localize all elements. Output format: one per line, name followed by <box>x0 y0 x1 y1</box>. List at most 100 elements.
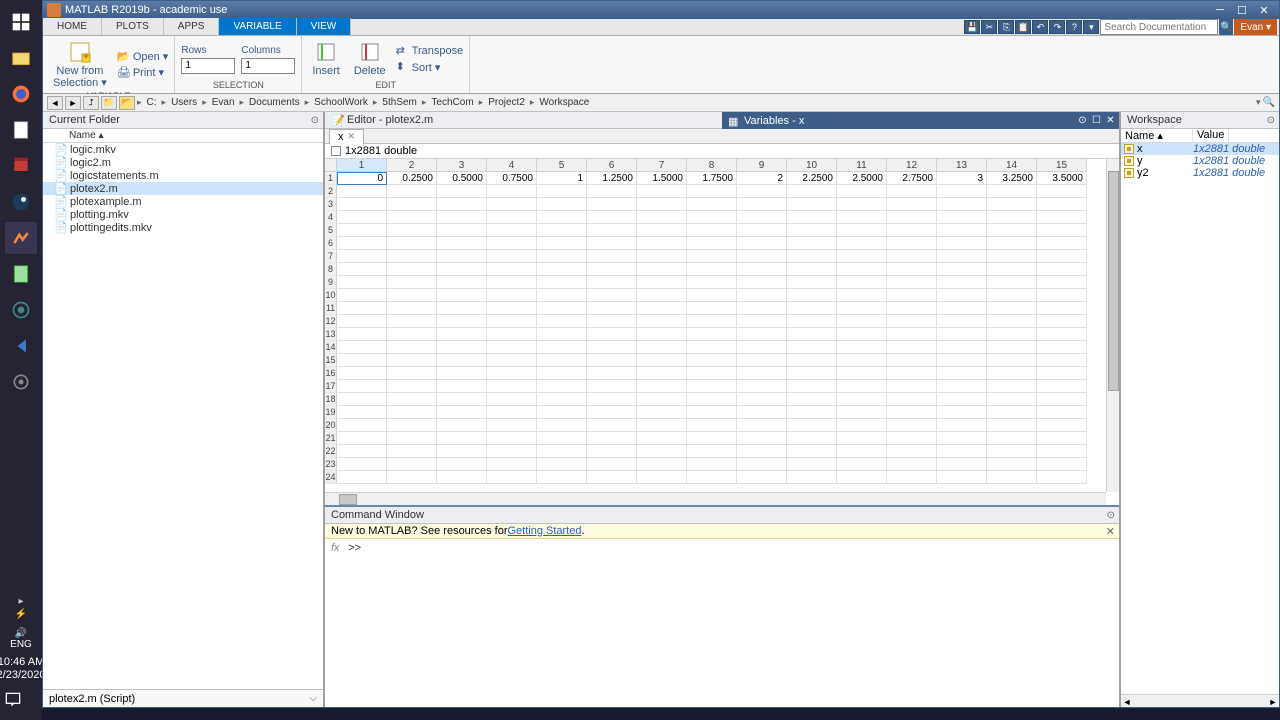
path-segment[interactable]: Users <box>168 97 200 108</box>
row-header[interactable]: 13 <box>325 328 337 341</box>
row-header[interactable]: 10 <box>325 289 337 302</box>
grid-cell[interactable] <box>937 237 987 250</box>
tab-close-icon[interactable]: ✕ <box>348 131 356 142</box>
grid-cell[interactable] <box>937 185 987 198</box>
grid-cell[interactable] <box>737 471 787 484</box>
col-header[interactable]: 2 <box>387 159 437 172</box>
grid-cell[interactable] <box>937 419 987 432</box>
grid-cell[interactable] <box>437 367 487 380</box>
grid-cell[interactable] <box>1037 328 1087 341</box>
grid-cell[interactable]: 2.5000 <box>837 172 887 185</box>
grid-cell[interactable] <box>1037 224 1087 237</box>
folder-icon[interactable]: 📂 <box>119 96 135 110</box>
grid-cell[interactable] <box>937 406 987 419</box>
grid-cell[interactable] <box>937 393 987 406</box>
sort-button[interactable]: ⬍Sort ▾ <box>396 60 464 74</box>
grid-cell[interactable] <box>837 315 887 328</box>
grid-cell[interactable] <box>437 276 487 289</box>
grid-cell[interactable] <box>1037 198 1087 211</box>
grid-cell[interactable] <box>937 328 987 341</box>
grid-cell[interactable] <box>587 185 637 198</box>
new-from-selection-button[interactable]: ✦ New from Selection ▾ <box>49 38 111 91</box>
row-header[interactable]: 12 <box>325 315 337 328</box>
row-header[interactable]: 22 <box>325 445 337 458</box>
delete-button[interactable]: Delete <box>350 38 390 79</box>
grid-cell[interactable] <box>737 315 787 328</box>
path-segment[interactable]: Evan <box>209 97 238 108</box>
grid-cell[interactable] <box>887 354 937 367</box>
grid-cell[interactable] <box>737 263 787 276</box>
grid-cell[interactable] <box>887 432 937 445</box>
variable-tab-x[interactable]: x ✕ <box>329 129 364 144</box>
grid-cell[interactable] <box>487 185 537 198</box>
grid-cell[interactable] <box>487 458 537 471</box>
panel-min-icon[interactable]: ⊙ <box>1076 114 1089 127</box>
qat-cut-icon[interactable]: ✂ <box>981 20 997 34</box>
path-segment[interactable]: TechCom <box>428 97 476 108</box>
grid-cell[interactable] <box>337 380 387 393</box>
grid-cell[interactable] <box>337 302 387 315</box>
grid-cell[interactable] <box>537 432 587 445</box>
col-header[interactable]: 13 <box>937 159 987 172</box>
grid-cell[interactable] <box>887 471 937 484</box>
grid-cell[interactable] <box>737 302 787 315</box>
grid-cell[interactable] <box>987 367 1037 380</box>
grid-cell[interactable] <box>737 432 787 445</box>
grid-cell[interactable] <box>787 211 837 224</box>
file-item[interactable]: 📄logicstatements.m <box>43 169 323 182</box>
tab-plots[interactable]: PLOTS <box>102 18 164 35</box>
grid-cell[interactable] <box>487 393 537 406</box>
grid-cell[interactable] <box>487 263 537 276</box>
grid-cell[interactable] <box>1037 302 1087 315</box>
col-header[interactable]: 11 <box>837 159 887 172</box>
variable-grid[interactable]: 123456789101112131415100.25000.50000.750… <box>325 159 1119 505</box>
grid-cell[interactable] <box>687 289 737 302</box>
file-item[interactable]: 📄plottingedits.mkv <box>43 221 323 234</box>
grid-cell[interactable] <box>887 315 937 328</box>
grid-cell[interactable] <box>537 315 587 328</box>
grid-cell[interactable] <box>1037 380 1087 393</box>
grid-cell[interactable] <box>1037 432 1087 445</box>
grid-cell[interactable] <box>337 211 387 224</box>
grid-cell[interactable] <box>837 367 887 380</box>
grid-cell[interactable] <box>487 432 537 445</box>
grid-cell[interactable] <box>687 237 737 250</box>
grid-cell[interactable] <box>737 458 787 471</box>
grid-cell[interactable] <box>637 237 687 250</box>
grid-cell[interactable] <box>787 406 837 419</box>
grid-cell[interactable] <box>987 289 1037 302</box>
grid-cell[interactable] <box>787 419 837 432</box>
grid-cell[interactable] <box>337 445 387 458</box>
grid-cell[interactable] <box>487 302 537 315</box>
grid-cell[interactable] <box>337 224 387 237</box>
grid-cell[interactable] <box>937 224 987 237</box>
grid-cell[interactable] <box>787 263 837 276</box>
grid-cell[interactable] <box>637 224 687 237</box>
grid-cell[interactable]: 3.5000 <box>1037 172 1087 185</box>
grid-cell[interactable] <box>387 458 437 471</box>
grid-cell[interactable] <box>537 211 587 224</box>
row-header[interactable]: 2 <box>325 185 337 198</box>
grid-cell[interactable] <box>387 276 437 289</box>
file-item[interactable]: 📄plotex2.m <box>43 182 323 195</box>
grid-cell[interactable] <box>887 263 937 276</box>
grid-cell[interactable] <box>787 289 837 302</box>
grid-cell[interactable] <box>887 419 937 432</box>
grid-cell[interactable] <box>687 315 737 328</box>
grid-cell[interactable] <box>937 198 987 211</box>
tab-home[interactable]: HOME <box>43 18 102 35</box>
grid-cell[interactable] <box>787 380 837 393</box>
grid-cell[interactable] <box>687 211 737 224</box>
grid-cell[interactable] <box>687 250 737 263</box>
grid-cell[interactable] <box>637 185 687 198</box>
grid-cell[interactable] <box>637 445 687 458</box>
rows-input[interactable] <box>181 58 235 74</box>
path-segment[interactable]: Workspace <box>536 97 592 108</box>
qat-copy-icon[interactable]: ⎘ <box>998 20 1014 34</box>
grid-cell[interactable] <box>937 302 987 315</box>
panel-menu-icon[interactable]: ⊙ <box>1267 115 1275 126</box>
grid-cell[interactable] <box>587 211 637 224</box>
path-dropdown-icon[interactable]: ▾ <box>1256 97 1261 108</box>
grid-cell[interactable] <box>937 458 987 471</box>
grid-cell[interactable] <box>887 237 937 250</box>
